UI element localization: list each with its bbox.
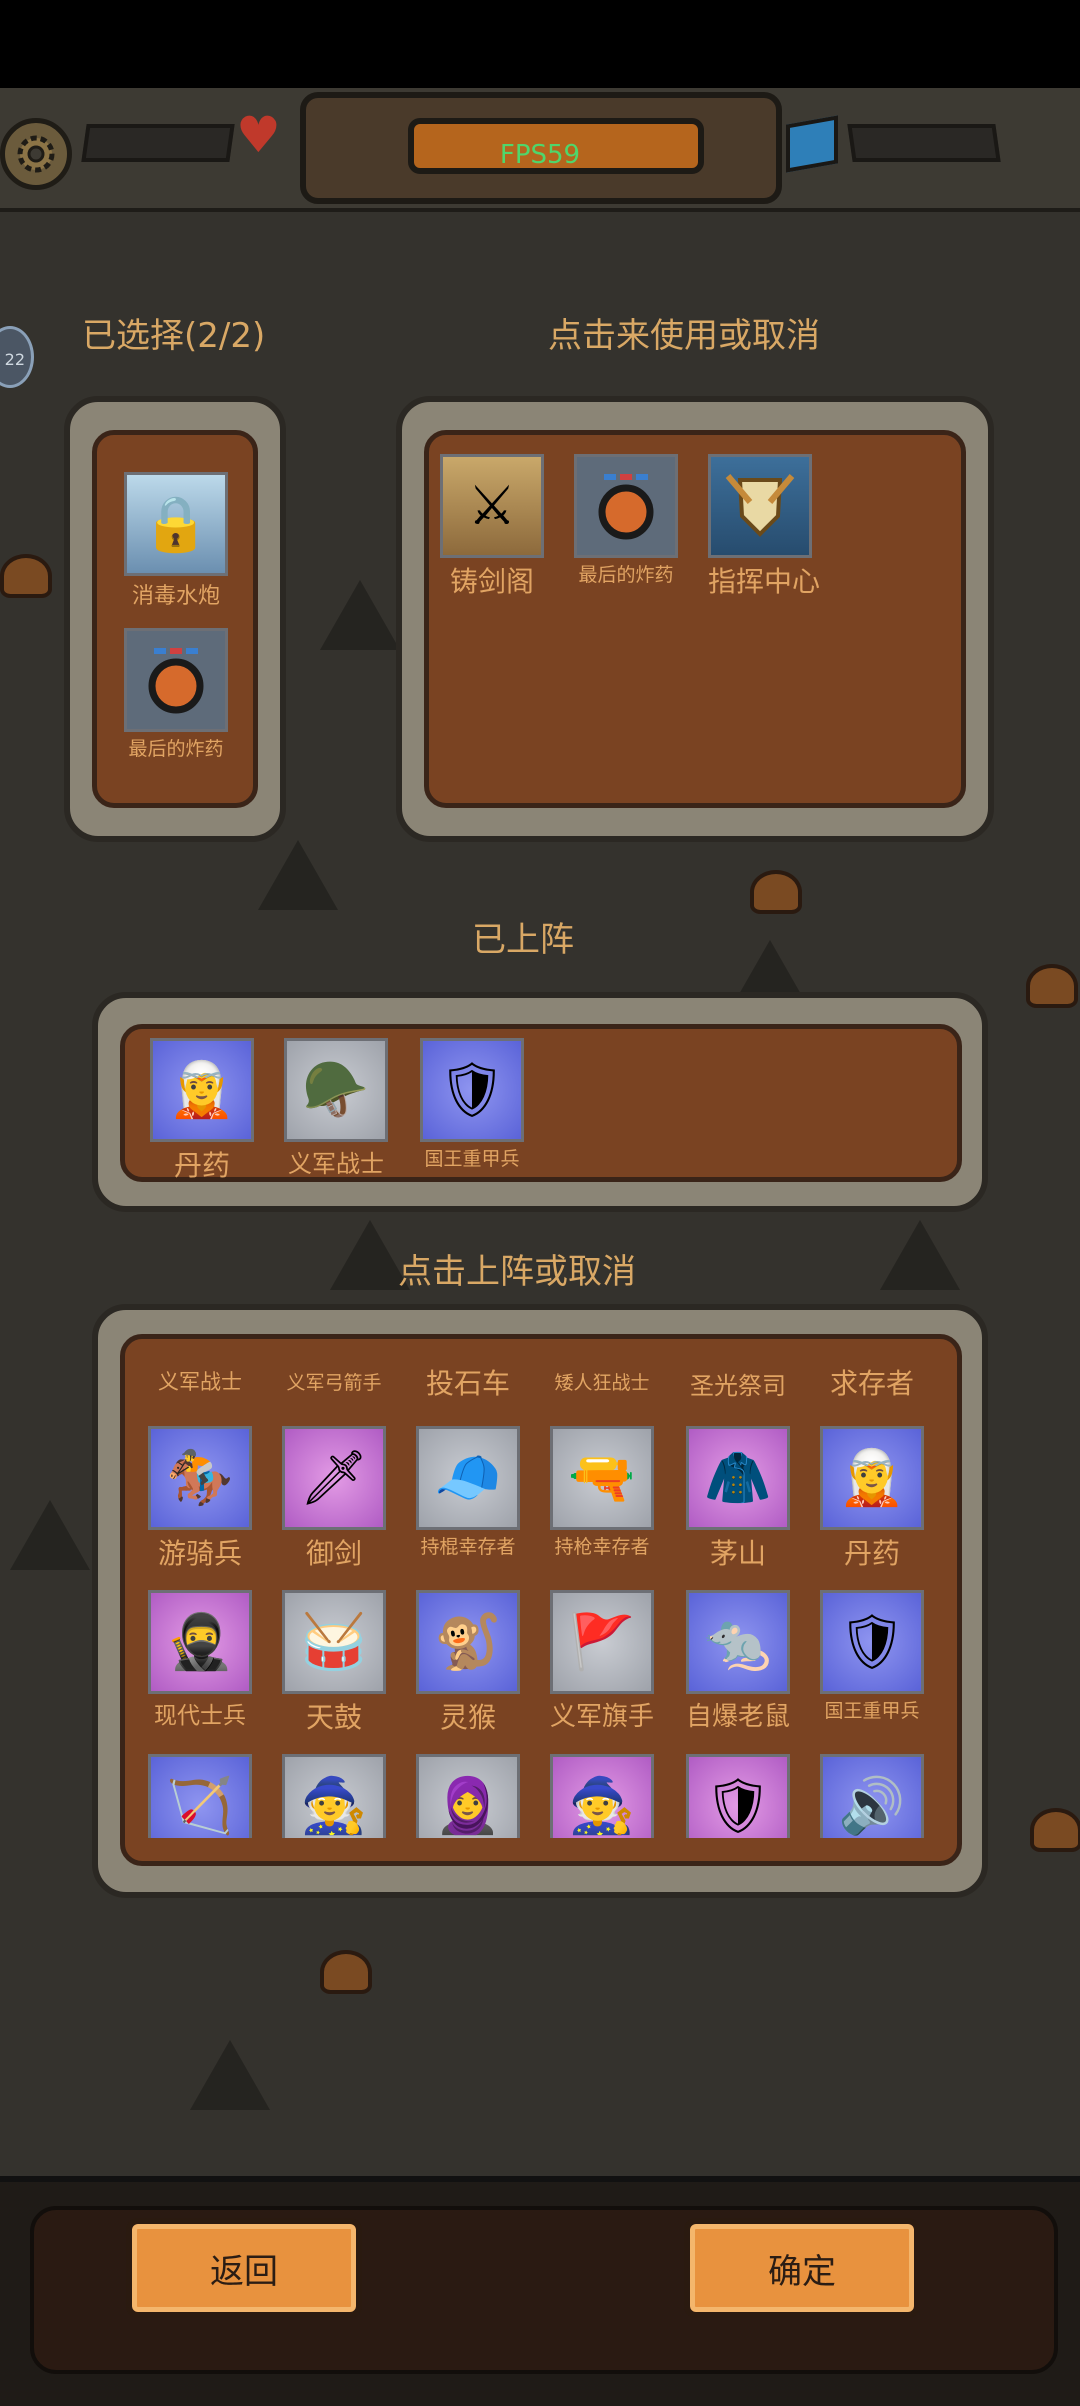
mushroom-decoration — [320, 1950, 372, 1994]
rock-decoration — [880, 1220, 960, 1290]
roster-item-sword-master[interactable]: 🗡 御剑 — [282, 1426, 386, 1572]
mushroom-decoration — [1030, 1808, 1080, 1852]
deployed-title: 已上阵 — [472, 920, 574, 960]
roster-item-mounted-ranger[interactable]: 🏇 游骑兵 — [148, 1426, 252, 1572]
mushroom-decoration — [1026, 964, 1078, 1008]
rock-decoration — [320, 580, 400, 650]
side-badge[interactable]: 22 — [0, 326, 34, 388]
roster-label[interactable]: 投石车 — [416, 1362, 520, 1402]
roster-label[interactable]: 求存者 — [820, 1362, 924, 1402]
royal-heavy-infantry-icon: 🛡 — [420, 1038, 524, 1142]
water-cannon-icon: 🔒 — [124, 472, 228, 576]
roster-item-elf-archer[interactable]: 🏹 — [148, 1754, 252, 1838]
roster-row-clipped: 🏹 🧙 🧕 🧙 🛡 🔊 — [148, 1754, 928, 1838]
roster-item-gun-survivor[interactable]: 🔫 持枪幸存者 — [550, 1426, 654, 1559]
roster-item-royal-heavy-infantry[interactable]: 🛡 国王重甲兵 — [820, 1590, 924, 1723]
roster-item-label: 义军旗手 — [550, 1702, 655, 1732]
roster-item-label: 游骑兵 — [157, 1537, 242, 1570]
confirm-button[interactable]: 确定 — [684, 2218, 920, 2318]
white-wizard-icon: 🧙 — [550, 1754, 654, 1838]
sword-master-icon: 🗡 — [282, 1426, 386, 1530]
mushroom-decoration — [0, 554, 52, 598]
bomb-icon — [574, 454, 678, 558]
roster-item-speaker[interactable]: 🔊 — [820, 1754, 924, 1838]
roster-item-label: 持枪幸存者 — [554, 1536, 650, 1558]
roster-item-label: 御剑 — [305, 1537, 362, 1570]
bomb-icon — [124, 628, 228, 732]
royal-heavy-infantry-icon: 🛡 — [820, 1590, 924, 1694]
deployed-item-label: 义军战士 — [288, 1150, 384, 1178]
selected-title: 已选择(2/2) — [82, 316, 266, 356]
roster-item-modern-soldier[interactable]: 🥷 现代士兵 — [148, 1590, 252, 1730]
rebel-warrior-icon: 🪖 — [284, 1038, 388, 1142]
roster-item-label: 自爆老鼠 — [686, 1702, 791, 1732]
roster-item-alchemist[interactable]: 🧝 丹药 — [820, 1426, 924, 1572]
gem-bar — [847, 124, 1001, 162]
command-center-icon — [708, 454, 812, 558]
rock-decoration — [258, 840, 338, 910]
available-item-label: 指挥中心 — [708, 565, 821, 598]
hooded-assassin-icon: 🧕 — [416, 1754, 520, 1838]
flag-bearer-icon: 🚩 — [550, 1590, 654, 1694]
roster-item-label: 丹药 — [843, 1537, 900, 1570]
selected-item-label: 消毒水炮 — [131, 584, 220, 609]
roster-item-flag-bearer[interactable]: 🚩 义军旗手 — [550, 1590, 654, 1733]
roster-item-label: 现代士兵 — [154, 1703, 246, 1729]
maoshan-priest-icon: 🧥 — [686, 1426, 790, 1530]
status-bar — [0, 0, 1080, 88]
bomb-rat-icon: 🐀 — [686, 1590, 790, 1694]
deployed-item-alchemist[interactable]: 🧝 丹药 — [150, 1038, 254, 1184]
deployed-item-label: 国王重甲兵 — [424, 1148, 520, 1170]
drummer-icon: 🥁 — [282, 1590, 386, 1694]
roster-item-bomb-rat[interactable]: 🐀 自爆老鼠 — [686, 1590, 790, 1733]
roster-item-drummer[interactable]: 🥁 天鼓 — [282, 1590, 386, 1736]
roster-item-white-wizard[interactable]: 🧙 — [550, 1754, 654, 1838]
roster-item-grey-wizard[interactable]: 🧙 — [282, 1754, 386, 1838]
elf-archer-icon: 🏹 — [148, 1754, 252, 1838]
available-item-label: 最后的炸药 — [578, 564, 674, 586]
grey-wizard-icon: 🧙 — [282, 1754, 386, 1838]
rock-decoration — [10, 1500, 90, 1570]
club-survivor-icon: 🧢 — [416, 1426, 520, 1530]
deployed-item-label: 丹药 — [173, 1149, 230, 1182]
roster-item-club-survivor[interactable]: 🧢 持棍幸存者 — [416, 1426, 520, 1559]
frost-knight-icon: 🛡 — [686, 1754, 790, 1838]
roster-item-label: 灵猴 — [439, 1701, 496, 1734]
roster-label[interactable]: 圣光祭司 — [686, 1366, 790, 1401]
alchemist-icon: 🧝 — [150, 1038, 254, 1142]
selected-item-label: 最后的炸药 — [128, 738, 224, 760]
gem-cube-icon — [786, 115, 838, 173]
mounted-ranger-icon: 🏇 — [148, 1426, 252, 1530]
available-item-label: 铸剑阁 — [449, 565, 534, 598]
roster-item-label: 持棍幸存者 — [420, 1536, 516, 1558]
forge-icon: ⚔ — [440, 454, 544, 558]
roster-item-hooded-assassin[interactable]: 🧕 — [416, 1754, 520, 1838]
selected-item-bomb[interactable]: 最后的炸药 — [124, 628, 228, 761]
available-title: 点击来使用或取消 — [548, 316, 820, 356]
roster-item-monkey[interactable]: 🐒 灵猴 — [416, 1590, 520, 1736]
available-item-bomb[interactable]: 最后的炸药 — [574, 454, 678, 587]
deployed-item-rebel-warrior[interactable]: 🪖 义军战士 — [284, 1038, 388, 1179]
roster-item-label: 天鼓 — [305, 1701, 362, 1734]
monkey-icon: 🐒 — [416, 1590, 520, 1694]
roster-label[interactable]: 矮人狂战士 — [550, 1368, 654, 1395]
rock-decoration — [190, 2040, 270, 2110]
gun-survivor-icon: 🔫 — [550, 1426, 654, 1530]
modern-soldier-icon: 🥷 — [148, 1590, 252, 1694]
speaker-icon: 🔊 — [820, 1754, 924, 1838]
roster-item-maoshan-priest[interactable]: 🧥 茅山 — [686, 1426, 790, 1572]
roster-item-label: 茅山 — [709, 1537, 766, 1570]
available-item-command-center[interactable]: 指挥中心 — [708, 454, 821, 600]
available-item-forge[interactable]: ⚔ 铸剑阁 — [440, 454, 544, 600]
back-button[interactable]: 返回 — [126, 2218, 362, 2318]
roster-title: 点击上阵或取消 — [398, 1252, 636, 1292]
selected-item-water-cannon[interactable]: 🔒 消毒水炮 — [124, 472, 228, 610]
alchemist-icon: 🧝 — [820, 1426, 924, 1530]
roster-label[interactable]: 义军弓箭手 — [282, 1368, 386, 1395]
mushroom-decoration — [750, 870, 802, 914]
roster-label[interactable]: 义军战士 — [148, 1366, 252, 1396]
roster-item-label: 国王重甲兵 — [824, 1700, 920, 1722]
deployed-item-royal-heavy-infantry[interactable]: 🛡 国王重甲兵 — [420, 1038, 524, 1171]
roster-item-frost-knight[interactable]: 🛡 — [686, 1754, 790, 1838]
